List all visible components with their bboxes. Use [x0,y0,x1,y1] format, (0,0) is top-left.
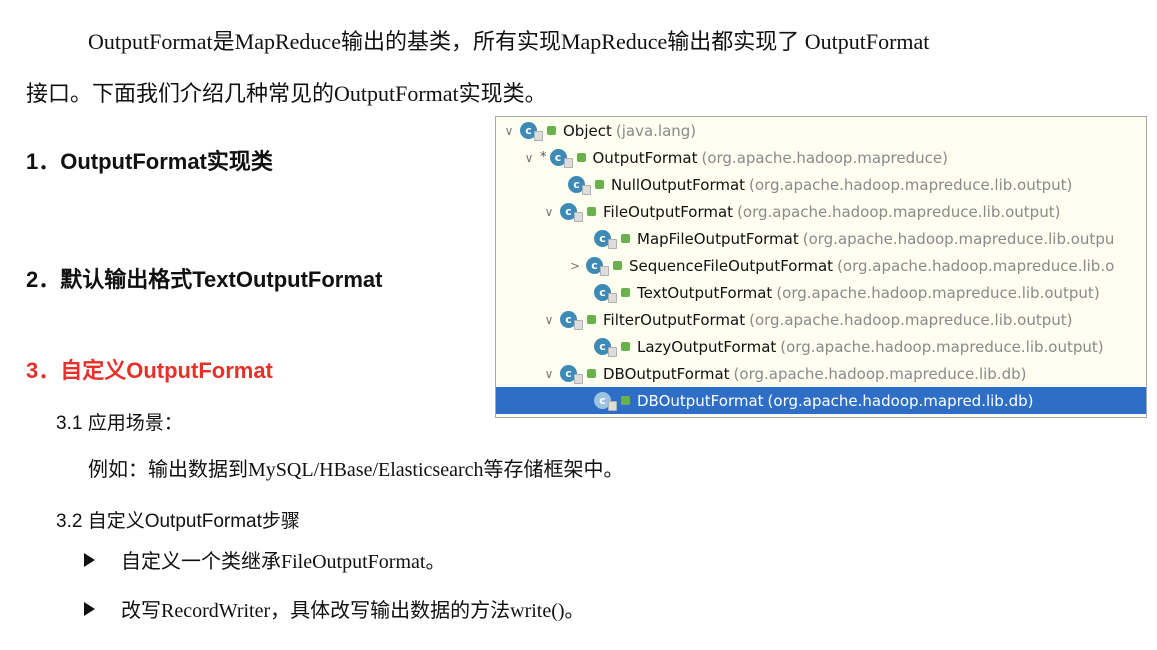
tree-row-fileoutputformat[interactable]: ∨ c FileOutputFormat (org.apache.hadoop.… [496,198,1146,225]
public-icon [547,126,556,135]
implemented-star-icon: * [540,150,547,165]
public-icon [613,261,622,270]
package-name: (org.apache.hadoop.mapreduce.lib.output) [737,202,1061,221]
class-name: Object [563,121,612,140]
chevron-down-icon[interactable]: ∨ [522,151,536,165]
package-name: (org.apache.hadoop.mapreduce.lib.output) [749,175,1073,194]
bullet-text: 改写RecordWriter，具体改写输出数据的方法write()。 [121,600,585,622]
lock-icon [608,400,617,411]
package-name: (org.apache.hadoop.mapreduce.lib.output) [776,283,1100,302]
lock-icon [608,238,617,249]
lock-icon [574,373,583,384]
package-name: (org.apache.hadoop.mapreduce.lib.outpu [802,229,1115,248]
intro-line-1: OutputFormat是MapReduce输出的基类，所有实现MapReduc… [88,29,930,54]
class-name: SequenceFileOutputFormat [629,256,834,275]
lock-icon [600,265,609,276]
lock-icon [534,130,543,141]
tree-row-object[interactable]: ∨ c Object (java.lang) [496,117,1146,144]
package-name: (org.apache.hadoop.mapreduce) [701,148,948,167]
tree-row-dboutputformat-mapred[interactable]: c DBOutputFormat (org.apache.hadoop.mapr… [496,387,1146,414]
chevron-down-icon[interactable]: ∨ [542,205,556,219]
package-name: (org.apache.hadoop.mapreduce.lib.db) [733,364,1027,383]
arrow-bullet-icon [84,552,95,567]
public-icon [621,288,630,297]
class-name: LazyOutputFormat [637,337,777,356]
tree-row-nulloutputformat[interactable]: c NullOutputFormat (org.apache.hadoop.ma… [496,171,1146,198]
section-3-1-example: 例如：输出数据到MySQL/HBase/Elasticsearch等存储框架中。 [88,459,624,481]
public-icon [587,315,596,324]
class-name: FileOutputFormat [603,202,734,221]
package-name: (org.apache.hadoop.mapreduce.lib.o [837,256,1115,275]
package-name: (org.apache.hadoop.mapred.lib.db) [767,391,1034,410]
lock-icon [574,319,583,330]
lock-icon [608,292,617,303]
class-name: TextOutputFormat [637,283,773,302]
package-name: (org.apache.hadoop.mapreduce.lib.output) [780,337,1104,356]
tree-row-lazyoutputformat[interactable]: c LazyOutputFormat (org.apache.hadoop.ma… [496,333,1146,360]
bullet-item: 改写RecordWriter，具体改写输出数据的方法write()。 [84,594,585,623]
lock-icon [574,211,583,222]
class-name: MapFileOutputFormat [637,229,799,248]
lock-icon [608,346,617,357]
public-icon [621,234,630,243]
class-name: FilterOutputFormat [603,310,746,329]
public-icon [595,180,604,189]
tree-row-textoutputformat[interactable]: c TextOutputFormat (org.apache.hadoop.ma… [496,279,1146,306]
class-hierarchy-tree: ∨ c Object (java.lang) ∨ * c OutputForma… [495,116,1147,418]
chevron-down-icon[interactable]: ∨ [542,313,556,327]
chevron-right-icon[interactable]: > [568,259,582,273]
public-icon [587,369,596,378]
tree-row-filteroutputformat[interactable]: ∨ c FilterOutputFormat (org.apache.hadoo… [496,306,1146,333]
class-name: DBOutputFormat [603,364,730,383]
public-icon [576,153,586,162]
lock-icon [563,157,573,168]
class-name: OutputFormat [592,148,698,167]
tree-row-mapfileoutputformat[interactable]: c MapFileOutputFormat (org.apache.hadoop… [496,225,1146,252]
tree-row-sequencefileoutputformat[interactable]: > c SequenceFileOutputFormat (org.apache… [496,252,1146,279]
public-icon [587,207,596,216]
section-3-2-title: 3.2 自定义OutputFormat步骤 [56,511,300,532]
public-icon [621,396,630,405]
heading-custom-outputformat: 3．自定义OutputFormat [26,358,273,383]
class-name: DBOutputFormat [637,391,764,410]
tree-row-dboutputformat[interactable]: ∨ c DBOutputFormat (org.apache.hadoop.ma… [496,360,1146,387]
tree-row-outputformat[interactable]: ∨ * c OutputFormat (org.apache.hadoop.ma… [496,144,1146,171]
class-name: NullOutputFormat [611,175,746,194]
public-icon [621,342,630,351]
bullet-item: 自定义一个类继承FileOutputFormat。 [84,545,445,574]
package-name: (java.lang) [615,121,697,140]
intro-line-2: 接口。下面我们介绍几种常见的OutputFormat实现类。 [26,81,547,106]
section-3-1-title: 3.1 应用场景： [56,413,183,434]
heading-outputformat-impls: 1．OutputFormat实现类 [26,149,273,174]
heading-default-text-output: 2．默认输出格式TextOutputFormat [26,267,383,292]
package-name: (org.apache.hadoop.mapreduce.lib.output) [749,310,1073,329]
bullet-text: 自定义一个类继承FileOutputFormat。 [121,551,446,573]
chevron-down-icon[interactable]: ∨ [542,367,556,381]
chevron-down-icon[interactable]: ∨ [502,124,516,138]
lock-icon [582,184,591,195]
arrow-bullet-icon [84,601,95,616]
